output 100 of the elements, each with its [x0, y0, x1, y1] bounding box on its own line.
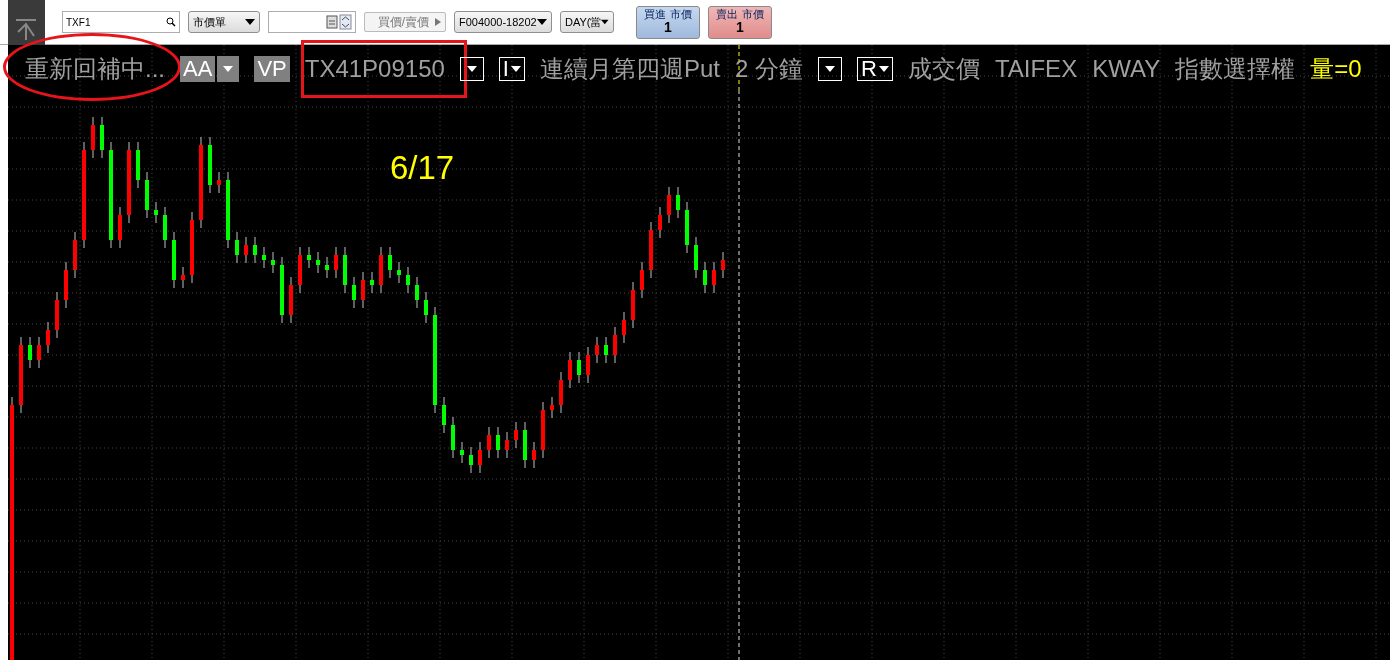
candle — [541, 401, 545, 459]
candle — [343, 246, 347, 294]
candle — [649, 221, 653, 279]
candle — [469, 446, 473, 474]
header-label: 連續月第四週Put — [539, 54, 720, 84]
candle — [118, 206, 122, 249]
status-text: 重新回補中... — [25, 54, 165, 84]
play-icon — [435, 18, 441, 26]
dropdown-button[interactable]: R — [857, 57, 893, 81]
candle — [721, 251, 725, 279]
dropdown-button[interactable] — [818, 57, 842, 81]
candle — [262, 246, 266, 269]
candle — [685, 201, 689, 254]
candle — [298, 246, 302, 294]
dropdown-button[interactable] — [459, 57, 484, 81]
candle — [244, 236, 248, 264]
dropdown-button[interactable] — [217, 56, 240, 82]
candle — [217, 171, 221, 194]
candle — [145, 171, 149, 219]
candle — [28, 336, 32, 369]
date-label: 6/17 — [390, 149, 455, 187]
calculator-icon — [326, 14, 352, 30]
caret-icon — [537, 19, 547, 25]
candle — [37, 336, 41, 369]
candle — [235, 231, 239, 264]
candle — [361, 271, 365, 309]
candle — [523, 421, 527, 469]
candle — [91, 116, 95, 159]
sell-button[interactable]: 賣出 市價 1 — [708, 5, 772, 39]
candle — [496, 426, 500, 459]
candle — [64, 261, 68, 309]
candle — [397, 261, 401, 284]
candle — [352, 276, 356, 309]
volume-label: 量=0 — [1310, 54, 1362, 84]
candle — [289, 276, 293, 324]
caret-icon — [825, 66, 835, 72]
candle — [406, 266, 410, 294]
candle — [550, 396, 554, 419]
symbol-field[interactable]: TXF1 — [62, 11, 180, 33]
candle — [388, 246, 392, 279]
candle — [424, 291, 428, 324]
candle — [136, 141, 140, 189]
caret-icon — [601, 19, 609, 25]
caret-icon — [245, 19, 255, 25]
candle — [568, 351, 572, 389]
caret-icon — [466, 66, 477, 72]
candle — [559, 371, 563, 414]
candle — [271, 251, 275, 274]
logo-icon — [8, 0, 45, 45]
candle — [613, 326, 617, 364]
caret-icon — [223, 66, 234, 72]
candle — [172, 231, 176, 289]
candle — [208, 136, 212, 194]
candle — [586, 346, 590, 384]
candle — [181, 266, 185, 289]
candle — [442, 396, 446, 434]
caret-icon — [878, 66, 889, 72]
candle — [100, 116, 104, 159]
candle — [514, 421, 518, 449]
candle — [325, 256, 329, 279]
buy-button[interactable]: 買進 市價 1 — [636, 5, 700, 39]
candle — [307, 246, 311, 269]
candle — [280, 256, 284, 324]
toggle-button[interactable]: VP — [254, 56, 290, 82]
candle — [478, 441, 482, 474]
candle — [415, 276, 419, 309]
order-type-select[interactable]: 市價單 — [188, 11, 260, 33]
candle — [316, 251, 320, 274]
search-icon — [166, 17, 176, 27]
candle — [595, 336, 599, 364]
candle — [676, 186, 680, 219]
candle — [622, 311, 626, 344]
dropdown-button[interactable]: I — [498, 57, 525, 81]
candle — [694, 236, 698, 279]
candle — [154, 201, 158, 224]
toggle-button[interactable]: AA — [180, 56, 216, 82]
candle — [163, 206, 167, 249]
candle — [487, 426, 491, 459]
header-label: TX41P09150 — [304, 55, 445, 83]
candle — [505, 431, 509, 459]
header-label: 成交價 — [907, 54, 980, 84]
candle — [253, 236, 257, 264]
candle — [46, 321, 50, 354]
price-field[interactable] — [268, 11, 356, 33]
candle — [460, 441, 464, 464]
candle — [631, 281, 635, 329]
candle — [73, 231, 77, 279]
candle — [451, 416, 455, 459]
candle — [658, 206, 662, 239]
duration-select[interactable]: DAY(當 — [560, 11, 614, 33]
candle — [379, 246, 383, 294]
candle — [712, 261, 716, 294]
candle — [640, 261, 644, 299]
header-label: 指數選擇權 — [1175, 54, 1296, 84]
candle — [55, 291, 59, 339]
header-label: 2 分鐘 — [735, 54, 803, 84]
account-select[interactable]: F004000-18202 — [454, 11, 552, 33]
candle — [604, 336, 608, 364]
candle — [577, 351, 581, 384]
header-label: TAIFEX — [994, 55, 1078, 83]
